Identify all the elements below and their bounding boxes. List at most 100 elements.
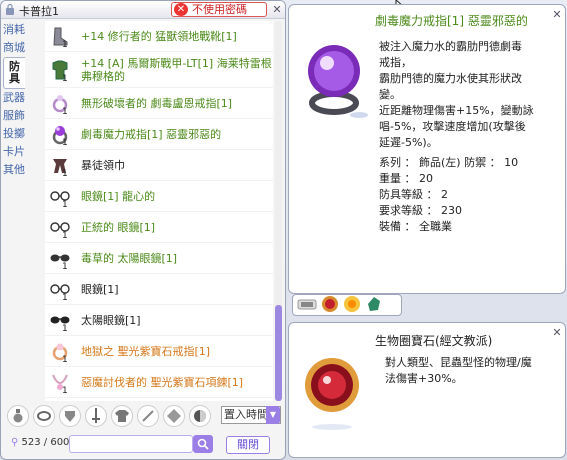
sort-dropdown[interactable]: 置入時間 ▼ bbox=[221, 406, 281, 424]
search-button[interactable] bbox=[193, 435, 213, 453]
inventory-title: 卡普拉1 bbox=[19, 5, 59, 18]
chevron-down-icon: ▼ bbox=[266, 406, 280, 424]
stat-line: 要求等級 ： 230 bbox=[379, 204, 462, 217]
list-item[interactable]: 1 正統的 眼鏡[1] bbox=[45, 212, 273, 243]
lock-icon bbox=[5, 3, 15, 15]
tooltip-title: 生物圈寶石(經文教派) bbox=[375, 334, 493, 348]
glasses-icon: 1 bbox=[45, 275, 75, 303]
tab-consumables[interactable]: 消耗 bbox=[3, 21, 25, 39]
gem-art bbox=[299, 347, 365, 437]
desc-line: 戒指， bbox=[379, 56, 412, 69]
scrollbar-thumb[interactable] bbox=[275, 305, 282, 401]
gem-tooltip: 生物圈寶石(經文教派) ✕ 對人類型、昆蟲型怪的物理/魔 法傷害+30%。 bbox=[288, 322, 566, 458]
tooltip-close-icon[interactable]: ✕ bbox=[551, 327, 563, 339]
lock-small-icon: ⚲ bbox=[11, 437, 19, 448]
password-warning-badge[interactable]: ✕ 不使用密碼 bbox=[171, 2, 267, 17]
close-button[interactable]: 關閉 bbox=[226, 436, 270, 454]
item-qty: 1 bbox=[62, 324, 68, 334]
necklace-icon: 1 bbox=[45, 368, 75, 396]
scarf-icon: 1 bbox=[45, 151, 75, 179]
list-item[interactable]: 1 眼鏡[1] 龍心的 bbox=[45, 181, 273, 212]
slot-card-icon[interactable] bbox=[297, 297, 317, 314]
other-filter-icon[interactable] bbox=[189, 405, 211, 427]
tab-cards[interactable]: 卡片 bbox=[3, 143, 25, 161]
item-name: 眼鏡[1] 龍心的 bbox=[81, 189, 156, 203]
armor-icon: 1 bbox=[45, 56, 75, 84]
item-count-value: 523 / 600 bbox=[21, 437, 70, 448]
item-qty: 1 bbox=[62, 200, 68, 210]
item-name: 太陽眼鏡[1] bbox=[81, 313, 141, 327]
warning-icon: ✕ bbox=[174, 3, 188, 16]
list-item[interactable]: 1 地獄之 聖光紫寶石戒指[1] bbox=[45, 336, 273, 367]
inventory-title-bar[interactable]: 卡普拉1 ✕ 不使用密碼 ✕ bbox=[1, 1, 285, 19]
password-warning-text: 不使用密碼 bbox=[192, 3, 247, 16]
item-qty: 1 bbox=[62, 73, 68, 84]
tab-label: 武器 bbox=[3, 91, 25, 104]
item-qty: 1 bbox=[62, 262, 68, 272]
desc-line: 被注入魔力水的霸肋門德劇毒 bbox=[379, 40, 522, 53]
tooltip-description: 對人類型、昆蟲型怪的物理/魔 法傷害+30%。 bbox=[385, 355, 561, 387]
list-item[interactable]: 1 眼鏡[1] bbox=[45, 274, 273, 305]
list-item[interactable]: 1 惡魔討伐者的 聖光紫寶石項鍊[1] bbox=[45, 367, 273, 398]
stat-line: 重量 ： 20 bbox=[379, 172, 433, 185]
list-item[interactable]: 1 劇毒魔力戒指[1] 惡靈邪惡的 bbox=[45, 119, 273, 150]
item-name: 地獄之 聖光紫寶石戒指[1] bbox=[81, 344, 211, 358]
desc-line: 唱-5%，攻擊速度增加(攻擊後 bbox=[379, 120, 526, 133]
potion-filter-icon[interactable] bbox=[7, 405, 29, 427]
tooltip-title: 劇毒魔力戒指[1] 惡靈邪惡的 bbox=[375, 14, 528, 28]
tab-armor[interactable]: 防具 bbox=[3, 57, 25, 89]
item-tooltip: 劇毒魔力戒指[1] 惡靈邪惡的 ✕ 被注入魔力水的霸肋門德劇毒 戒指， 霸肋門德… bbox=[288, 4, 566, 294]
slot-gem-red-icon[interactable] bbox=[321, 295, 339, 316]
desc-line: 對人類型、昆蟲型怪的物理/魔 bbox=[385, 356, 532, 369]
desc-line: 法傷害+30%。 bbox=[385, 372, 463, 385]
boots-icon: 1 bbox=[45, 22, 75, 50]
tab-costume[interactable]: 服飾 bbox=[3, 107, 25, 125]
tab-label: 其他 bbox=[3, 163, 25, 176]
tooltip-close-icon[interactable]: ✕ bbox=[551, 9, 563, 21]
magic-ring-art bbox=[297, 33, 371, 123]
tab-label: 商城 bbox=[3, 41, 25, 54]
tab-other[interactable]: 其他 bbox=[3, 161, 25, 179]
list-item[interactable]: 1 +14 [A] 馬爾斯戰甲-LT[1] 海莱特雷根弗穆格的 bbox=[45, 52, 273, 88]
sunglasses-icon: 1 bbox=[45, 306, 75, 334]
list-item[interactable]: 1 毒草的 太陽眼鏡[1] bbox=[45, 243, 273, 274]
ring-icon: 1 bbox=[45, 89, 75, 117]
dagger-filter-icon[interactable] bbox=[137, 405, 159, 427]
item-name: 毒草的 太陽眼鏡[1] bbox=[81, 251, 178, 265]
desc-line: 霸肋門德的魔力水使其形狀改 bbox=[379, 72, 522, 85]
item-qty: 1 bbox=[62, 293, 68, 303]
item-qty: 1 bbox=[62, 355, 68, 365]
sword-filter-icon[interactable] bbox=[85, 405, 107, 427]
tab-label: 服飾 bbox=[3, 109, 25, 122]
tab-throwing[interactable]: 投擲 bbox=[3, 125, 25, 143]
search-input[interactable] bbox=[69, 435, 193, 453]
desc-line: 延遲-5%)。 bbox=[379, 136, 438, 149]
desc-line: 近距離物理傷害+15%，變動詠 bbox=[379, 104, 534, 117]
sort-value: 置入時間 bbox=[224, 408, 268, 421]
item-list-scrollbar[interactable] bbox=[275, 21, 282, 401]
list-item[interactable]: 1 +14 修行者的 猛獸領地戰靴[1] bbox=[45, 21, 273, 52]
item-qty: 1 bbox=[62, 169, 68, 179]
slot-gem-green-icon[interactable] bbox=[365, 295, 383, 316]
item-name: 正統的 眼鏡[1] bbox=[81, 220, 156, 234]
list-item[interactable]: 1 太陽眼鏡[1] bbox=[45, 305, 273, 336]
equipment-filter-bar bbox=[7, 403, 211, 429]
item-name: 惡魔討伐者的 聖光紫寶石項鍊[1] bbox=[81, 375, 244, 389]
slot-gem-gold-icon[interactable] bbox=[343, 295, 361, 316]
stat-line: 裝備 ： 全職業 bbox=[379, 220, 452, 233]
tab-label: 消耗 bbox=[3, 23, 25, 36]
ring-filter-icon[interactable] bbox=[33, 405, 55, 427]
costume-filter-icon[interactable] bbox=[111, 405, 133, 427]
glasses-icon: 1 bbox=[45, 213, 75, 241]
inventory-tabs: 消耗 商城 防具 武器 服飾 投擲 卡片 其他 bbox=[3, 21, 25, 381]
list-item[interactable]: 1 暴徒領巾 bbox=[45, 150, 273, 181]
item-name: 劇毒魔力戒指[1] 惡靈邪惡的 bbox=[81, 127, 222, 141]
inventory-close-icon[interactable]: ✕ bbox=[271, 4, 283, 16]
tab-weapons[interactable]: 武器 bbox=[3, 89, 25, 107]
list-item[interactable]: 1 無形破壞者的 劇毒盧恩戒指[1] bbox=[45, 88, 273, 119]
gem-ring-icon: 1 bbox=[45, 337, 75, 365]
armor-filter-icon[interactable] bbox=[59, 405, 81, 427]
search-icon bbox=[197, 438, 209, 450]
tab-mall[interactable]: 商城 bbox=[3, 39, 25, 57]
card-filter-icon[interactable] bbox=[163, 405, 185, 427]
